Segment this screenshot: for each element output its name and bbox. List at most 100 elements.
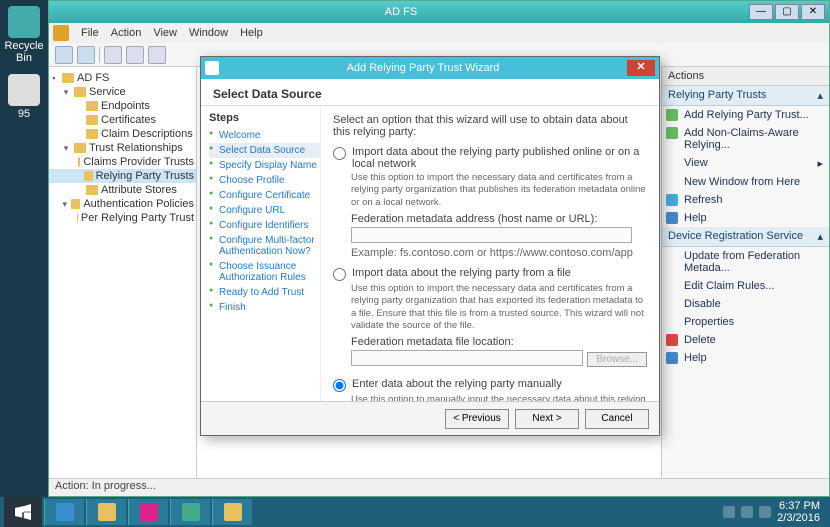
step-certificate[interactable]: Configure Certificate [209,188,320,203]
submenu-arrow-icon: ▸ [817,157,823,170]
start-button[interactable] [4,497,42,527]
actions-group-device-registration: Device Registration Service▴ [662,227,829,247]
action-properties[interactable]: Properties [662,313,829,331]
desktop-icon-label: 95 [4,108,44,120]
action-help[interactable]: Help [662,209,829,227]
step-mfa[interactable]: Configure Multi-factor Authentication No… [209,233,320,259]
tree-label: Per Relying Party Trust [81,212,194,224]
delete-icon [666,334,678,346]
step-url[interactable]: Configure URL [209,203,320,218]
tree-relying-party-trusts[interactable]: Relying Party Trusts [49,169,196,183]
nav-forward-button[interactable] [77,46,95,64]
step-select-data-source[interactable]: Select Data Source [209,143,320,158]
federation-metadata-address-input[interactable] [351,227,632,243]
wizard-titlebar: Add Relying Party Trust Wizard ✕ [201,57,659,79]
tray-icon[interactable] [741,506,753,518]
maximize-button[interactable]: ▢ [775,4,799,20]
step-welcome[interactable]: Welcome [209,128,320,143]
action-new-window[interactable]: New Window from Here [662,173,829,191]
mmc-menubar: File Action View Window Help [49,23,829,43]
step-issuance[interactable]: Choose Issuance Authorization Rules [209,259,320,285]
action-edit-claim-rules[interactable]: Edit Claim Rules... [662,277,829,295]
cancel-button[interactable]: Cancel [585,409,649,429]
menu-help[interactable]: Help [240,27,263,39]
actions-header: Actions [662,67,829,86]
action-disable[interactable]: Disable [662,295,829,313]
next-button[interactable]: Next > [515,409,579,429]
tree-claim-descriptions[interactable]: Claim Descriptions [49,127,196,141]
action-update-federation-metadata[interactable]: Update from Federation Metada... [662,247,829,277]
tray-icon[interactable] [759,506,771,518]
taskbar-item[interactable] [44,499,84,525]
toolbar-button[interactable] [104,46,122,64]
wizard-icon [205,61,219,75]
previous-button[interactable]: < Previous [445,409,509,429]
option-description: Use this option to manually input the ne… [351,394,647,401]
tree-service[interactable]: ▾Service [49,85,196,99]
app-icon [224,503,242,521]
taskbar-item[interactable] [170,499,210,525]
federation-metadata-file-input[interactable] [351,350,583,366]
step-ready[interactable]: Ready to Add Trust [209,285,320,300]
folder-icon [86,129,98,139]
windows-logo-icon [15,504,31,520]
taskbar-item[interactable] [86,499,126,525]
desktop-icon-label: Recycle Bin [4,40,44,64]
option-description: Use this option to import the necessary … [351,172,647,209]
collapse-icon[interactable]: ▴ [817,89,823,102]
app-icon [140,503,158,521]
desktop-icon-95[interactable]: 95 [4,74,44,120]
tree-root[interactable]: ▪AD FS [49,71,196,85]
file-icon [8,74,40,106]
tree-claims-provider-trusts[interactable]: Claims Provider Trusts [49,155,196,169]
action-add-non-claims-aware[interactable]: Add Non-Claims-Aware Relying... [662,124,829,154]
tree-trust-relationships[interactable]: ▾Trust Relationships [49,141,196,155]
toolbar-button[interactable] [148,46,166,64]
tree-attribute-stores[interactable]: Attribute Stores [49,183,196,197]
option-import-file: Import data about the relying party from… [333,267,647,370]
toolbar-button[interactable] [126,46,144,64]
browse-button[interactable]: Browse... [587,352,647,367]
step-identifiers[interactable]: Configure Identifiers [209,218,320,233]
wizard-main-pane: Select an option that this wizard will u… [321,106,659,401]
field-example: Example: fs.contoso.com or https://www.c… [351,247,647,259]
taskbar-item[interactable] [128,499,168,525]
tray-icon[interactable] [723,506,735,518]
action-add-relying-party-trust[interactable]: Add Relying Party Trust... [662,106,829,124]
wizard-close-button[interactable]: ✕ [627,60,655,76]
menu-window[interactable]: Window [189,27,228,39]
menu-view[interactable]: View [153,27,177,39]
tree-certificates[interactable]: Certificates [49,113,196,127]
folder-icon [86,101,98,111]
tree-per-relying-party-trust[interactable]: Per Relying Party Trust [49,211,196,225]
step-profile[interactable]: Choose Profile [209,173,320,188]
radio-import-file[interactable] [333,268,346,281]
step-display-name[interactable]: Specify Display Name [209,158,320,173]
recycle-bin-icon [8,6,40,38]
app-icon [53,25,69,41]
taskbar-item[interactable] [212,499,252,525]
collapse-icon[interactable]: ▴ [817,230,823,243]
radio-enter-manually[interactable] [333,379,346,392]
tree-pane: ▪AD FS ▾Service Endpoints Certificates C… [49,67,197,478]
tree-endpoints[interactable]: Endpoints [49,99,196,113]
minimize-button[interactable]: — [749,4,773,20]
tree-auth-policies[interactable]: ▾Authentication Policies [49,197,196,211]
system-tray: 6:37 PM 2/3/2016 [723,500,826,524]
menu-action[interactable]: Action [111,27,142,39]
desktop-icon-recycle-bin[interactable]: Recycle Bin [4,6,44,64]
tree-label: Endpoints [101,100,150,112]
tree-label: Authentication Policies [83,198,194,210]
action-help[interactable]: Help [662,349,829,367]
clock[interactable]: 6:37 PM 2/3/2016 [777,500,820,524]
nav-back-button[interactable] [55,46,73,64]
mmc-title: AD FS [53,6,749,18]
step-finish[interactable]: Finish [209,300,320,315]
action-view[interactable]: View▸ [662,154,829,173]
action-delete[interactable]: Delete [662,331,829,349]
radio-import-online[interactable] [333,147,346,160]
action-refresh[interactable]: Refresh [662,191,829,209]
folder-icon [74,143,86,153]
close-button[interactable]: ✕ [801,4,825,20]
menu-file[interactable]: File [81,27,99,39]
